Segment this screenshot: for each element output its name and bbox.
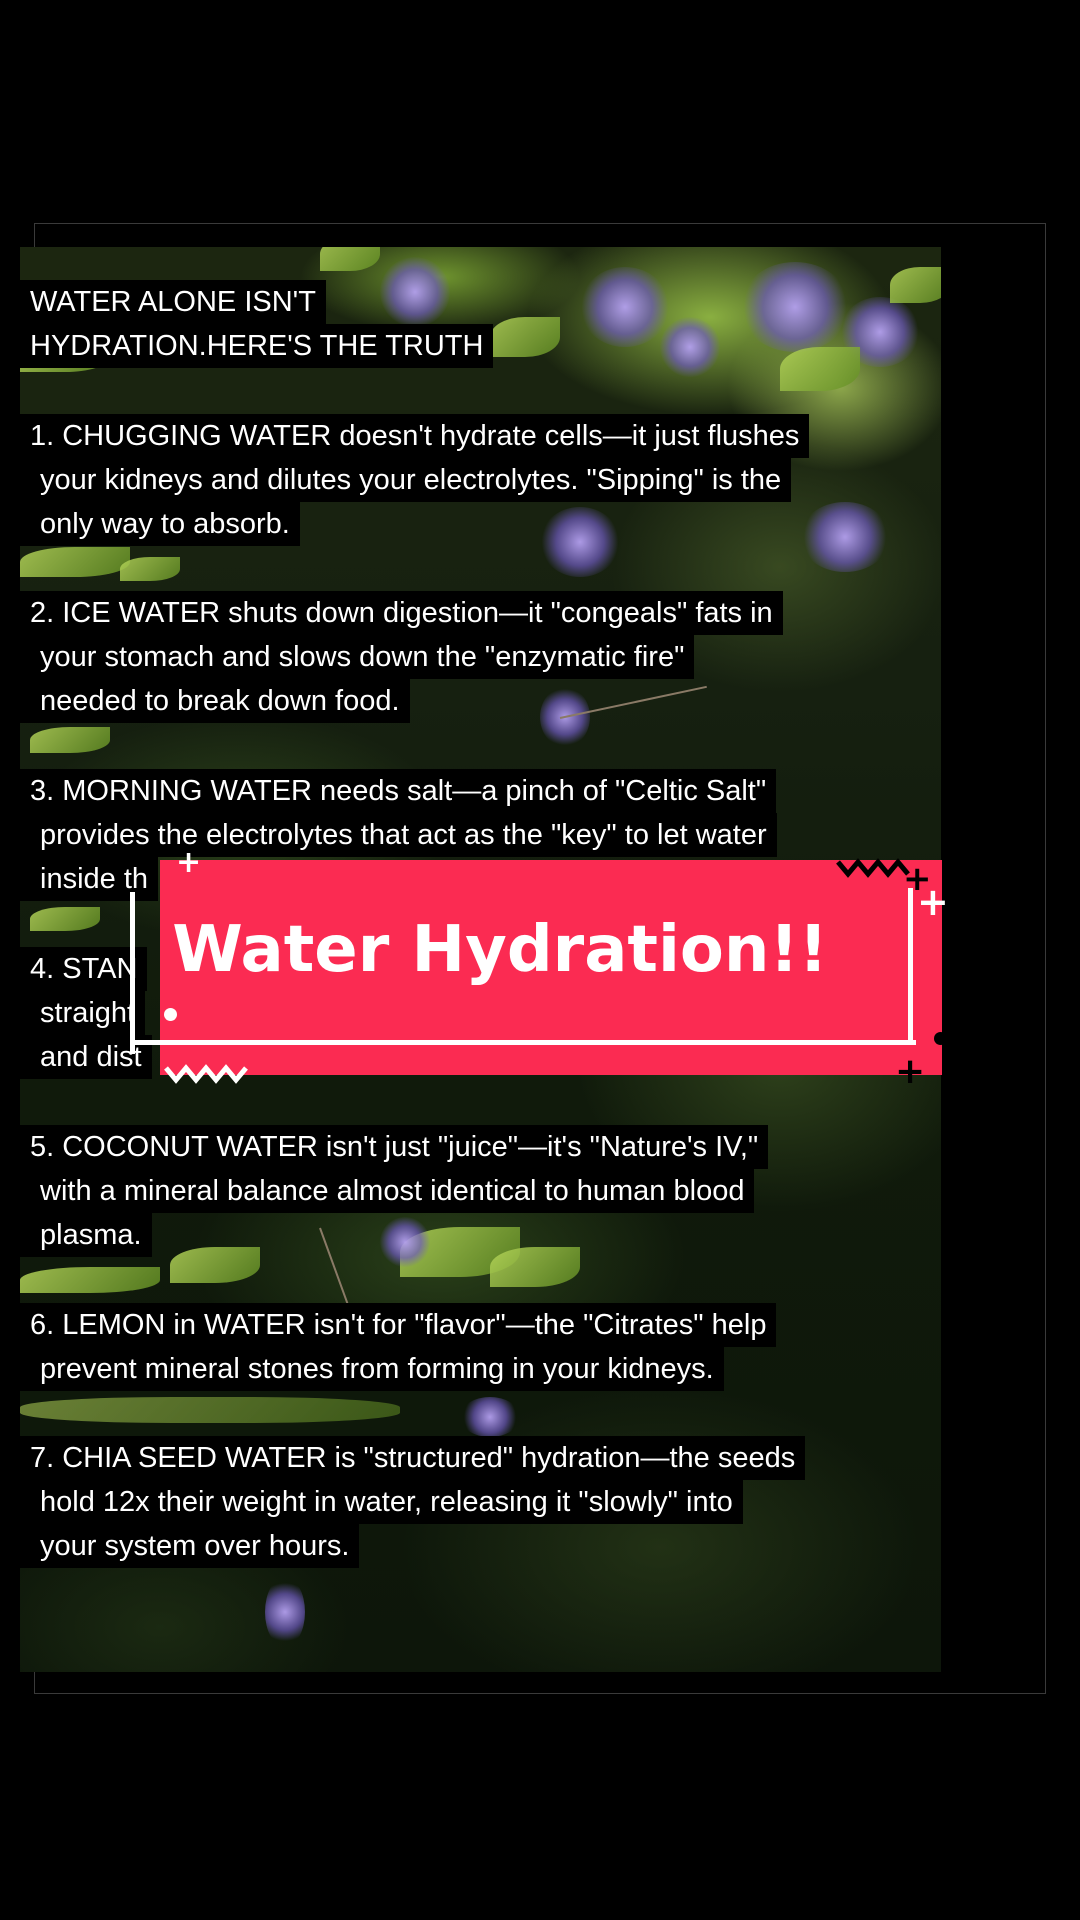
tip-3-line-2: provides the electrolytes that act as th…	[20, 813, 777, 857]
tip-3-line-3: inside th	[20, 857, 159, 901]
tip-1-line-3: only way to absorb.	[20, 502, 300, 546]
post-canvas: WATER ALONE ISN'T HYDRATION.HERE'S THE T…	[0, 0, 1080, 1920]
tip-7-line-2: hold 12x their weight in water, releasin…	[20, 1480, 743, 1524]
tip-5-line-1: 5. COCONUT WATER isn't just "juice"—it's…	[20, 1125, 769, 1169]
tip-7-line-1: 7. CHIA SEED WATER is "structured" hydra…	[20, 1436, 806, 1480]
plus-icon: +	[917, 880, 949, 924]
zigzag-icon	[836, 858, 910, 878]
tip-4-line-2: straight	[20, 991, 146, 1035]
tip-5-line-3: plasma.	[20, 1213, 152, 1257]
tip-2-line-1: 2. ICE WATER shuts down digestion—it "co…	[20, 591, 783, 635]
tip-1-line-2: your kidneys and dilutes your electrolyt…	[20, 458, 792, 502]
banner-frame-right	[908, 888, 913, 1045]
tip-1-line-1: 1. CHUGGING WATER doesn't hydrate cells—…	[20, 414, 810, 458]
title-line-2: HYDRATION.HERE'S THE TRUTH	[20, 324, 494, 368]
plus-icon: +	[176, 845, 202, 880]
tip-7: 7. CHIA SEED WATER is "structured" hydra…	[20, 1436, 806, 1568]
tip-6: 6. LEMON in WATER isn't for "flavor"—the…	[20, 1303, 777, 1391]
tip-2-line-3: needed to break down food.	[20, 679, 410, 723]
banner-title: Water Hydration!!	[172, 913, 828, 987]
post-title: WATER ALONE ISN'T HYDRATION.HERE'S THE T…	[20, 280, 545, 368]
tip-5-line-2: with a mineral balance almost identical …	[20, 1169, 755, 1213]
tip-5: 5. COCONUT WATER isn't just "juice"—it's…	[20, 1125, 769, 1257]
dot-icon	[934, 1032, 947, 1045]
tip-2: 2. ICE WATER shuts down digestion—it "co…	[20, 591, 783, 723]
tip-2-line-2: your stomach and slows down the "enzymat…	[20, 635, 695, 679]
banner-frame-left	[130, 892, 135, 1054]
zigzag-icon	[164, 1064, 248, 1084]
title-line-1: WATER ALONE ISN'T	[20, 280, 326, 324]
plus-icon: +	[895, 1051, 926, 1092]
tip-4-line-1: 4. STAN	[20, 947, 148, 991]
tip-3-line-1: 3. MORNING WATER needs salt—a pinch of "…	[20, 769, 777, 813]
tip-1: 1. CHUGGING WATER doesn't hydrate cells—…	[20, 414, 810, 546]
tip-7-line-3: your system over hours.	[20, 1524, 360, 1568]
dot-icon	[164, 1008, 177, 1021]
tip-6-line-1: 6. LEMON in WATER isn't for "flavor"—the…	[20, 1303, 777, 1347]
banner-frame-bottom	[130, 1040, 916, 1045]
tip-6-line-2: prevent mineral stones from forming in y…	[20, 1347, 724, 1391]
